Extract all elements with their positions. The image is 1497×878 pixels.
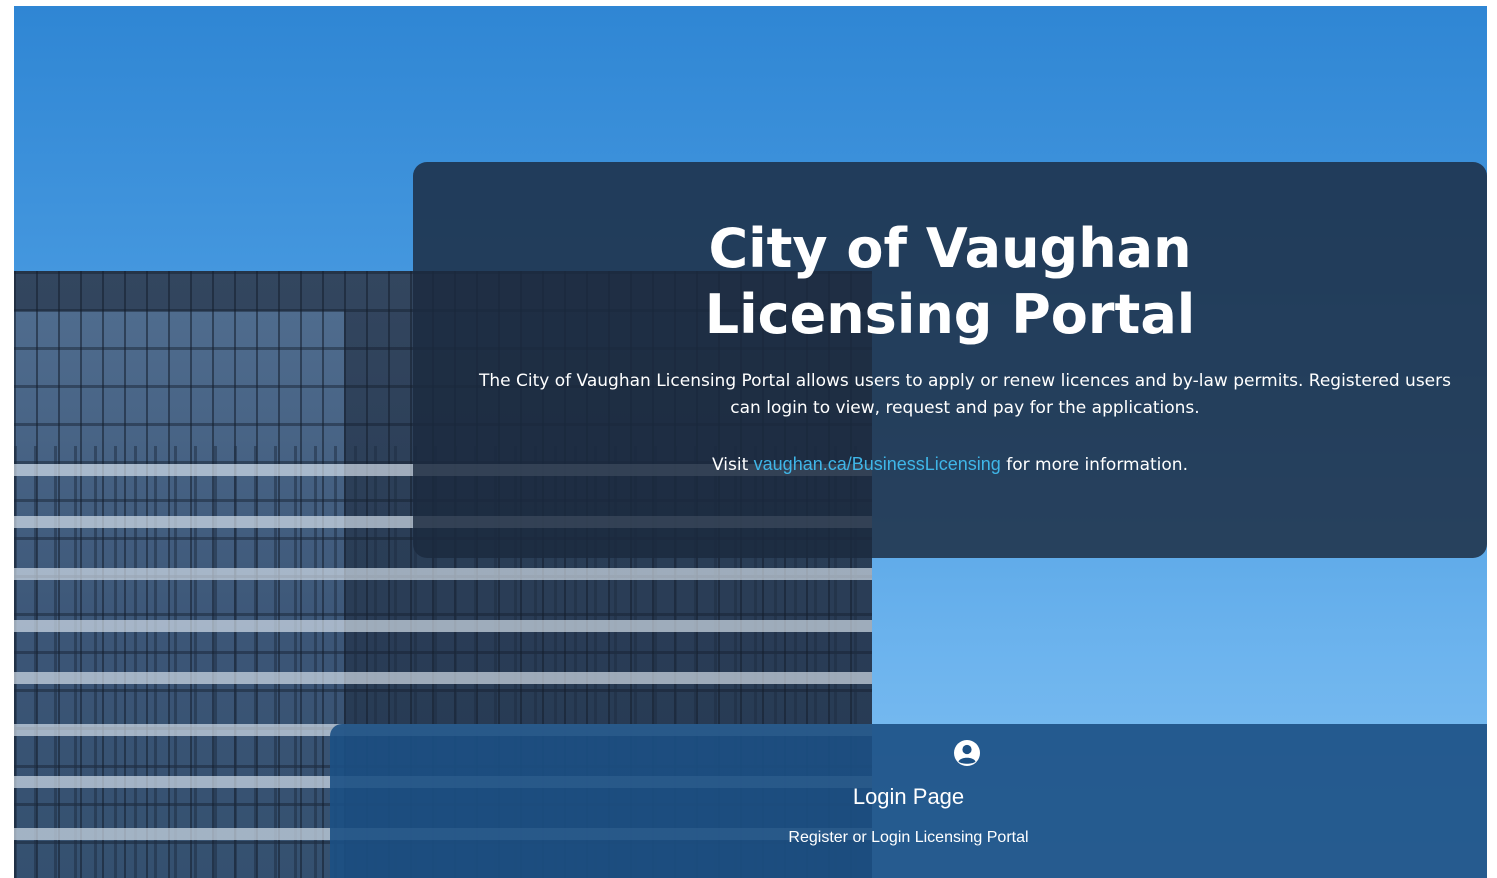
page-title: City of Vaughan Licensing Portal	[413, 216, 1487, 348]
visit-line: Visit vaughan.ca/BusinessLicensing for m…	[413, 452, 1487, 477]
login-page-subtitle: Register or Login Licensing Portal	[788, 829, 1029, 846]
visit-suffix: for more information.	[1006, 455, 1188, 475]
title-line-2: Licensing Portal	[704, 283, 1196, 346]
intro-panel: City of Vaughan Licensing Portal The Cit…	[413, 162, 1487, 558]
title-line-1: City of Vaughan	[708, 217, 1192, 280]
user-circle-icon	[954, 740, 980, 766]
hero-banner: City of Vaughan Licensing Portal The Cit…	[14, 6, 1487, 878]
business-licensing-link[interactable]: vaughan.ca/BusinessLicensing	[754, 454, 1001, 474]
visit-prefix: Visit	[712, 455, 749, 475]
login-page-title[interactable]: Login Page	[330, 784, 1487, 810]
portal-description: The City of Vaughan Licensing Portal all…	[479, 371, 1451, 418]
login-card[interactable]: Login Page Register or Login Licensing P…	[330, 724, 1487, 878]
